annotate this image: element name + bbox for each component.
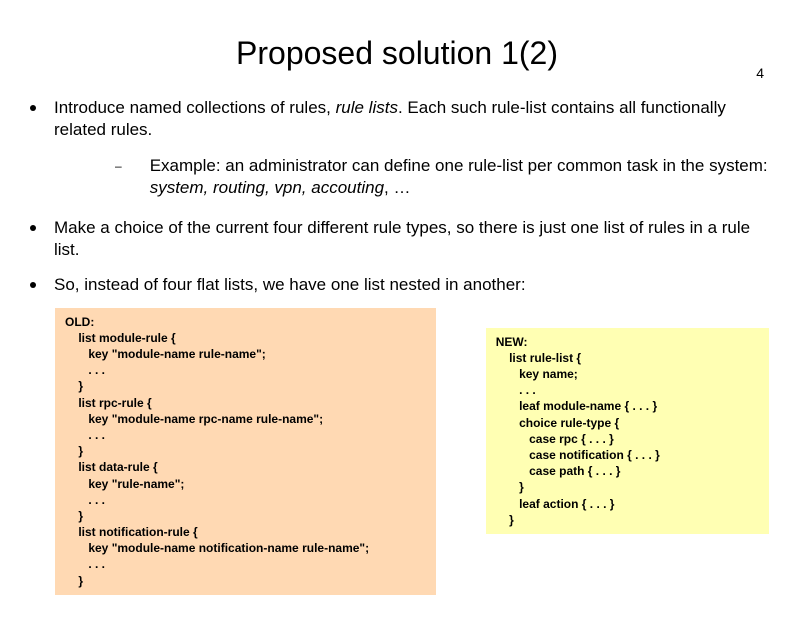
code-new: NEW: list rule-list { key name; . . . le…: [486, 328, 769, 534]
dash-icon: –: [115, 159, 122, 199]
code-comparison: OLD: list module-rule { key "module-name…: [25, 308, 769, 595]
bullet-icon: [30, 225, 36, 231]
bullet-2: Make a choice of the current four differ…: [25, 217, 769, 261]
bullet-3-text: So, instead of four flat lists, we have …: [54, 274, 769, 296]
text: Introduce named collections of rules,: [54, 98, 336, 117]
code-old: OLD: list module-rule { key "module-name…: [55, 308, 436, 595]
sub-bullet-1: – Example: an administrator can define o…: [115, 155, 769, 199]
text-emphasis: system, routing, vpn, accouting: [150, 178, 384, 197]
bullet-icon: [30, 282, 36, 288]
slide-title: Proposed solution 1(2): [0, 35, 794, 72]
bullet-icon: [30, 105, 36, 111]
bullet-1-text: Introduce named collections of rules, ru…: [54, 97, 769, 141]
sub-bullet-text: Example: an administrator can define one…: [150, 155, 769, 199]
text: Example: an administrator can define one…: [150, 156, 768, 175]
bullet-3: So, instead of four flat lists, we have …: [25, 274, 769, 296]
text-emphasis: rule lists: [336, 98, 398, 117]
bullet-2-text: Make a choice of the current four differ…: [54, 217, 769, 261]
bullet-1: Introduce named collections of rules, ru…: [25, 97, 769, 141]
slide-content: Introduce named collections of rules, ru…: [0, 97, 794, 595]
page-number: 4: [756, 65, 764, 81]
text: , …: [384, 178, 410, 197]
